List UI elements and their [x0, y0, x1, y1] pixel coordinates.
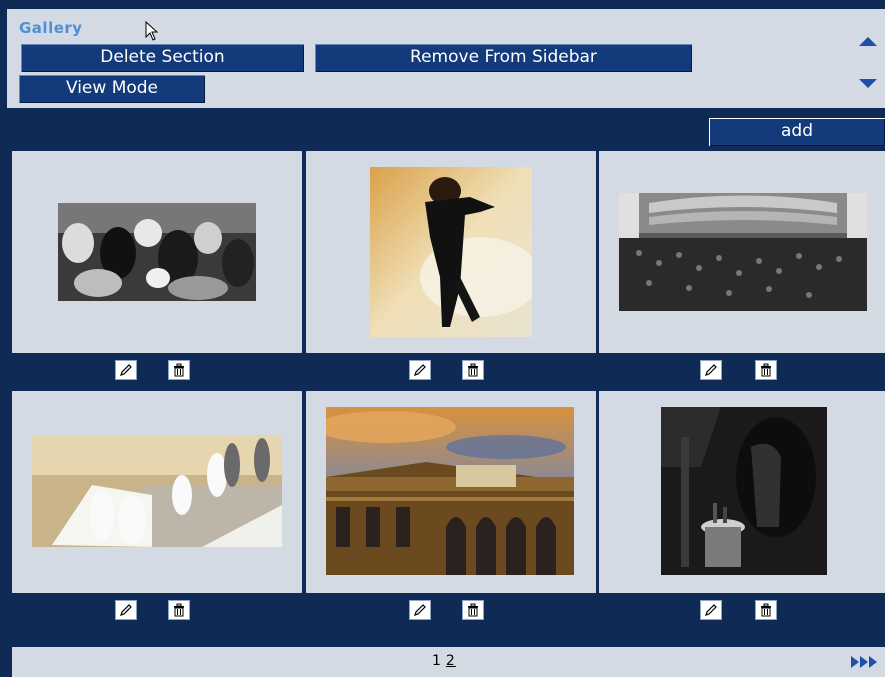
- pencil-icon[interactable]: [115, 600, 137, 620]
- pagination: 12: [12, 647, 885, 677]
- add-button[interactable]: add: [709, 118, 885, 146]
- trash-icon[interactable]: [168, 600, 190, 620]
- trash-icon[interactable]: [755, 600, 777, 620]
- gallery-item[interactable]: [306, 391, 596, 627]
- pencil-icon[interactable]: [409, 360, 431, 380]
- gallery-item[interactable]: [599, 151, 885, 387]
- photo-ballroom-dancers[interactable]: [58, 203, 256, 301]
- photo-opera-house-exterior[interactable]: [326, 407, 574, 575]
- photo-man-at-table[interactable]: [661, 407, 827, 575]
- view-mode-button[interactable]: View Mode: [19, 75, 205, 103]
- remove-from-sidebar-button[interactable]: Remove From Sidebar: [315, 44, 692, 72]
- mouse-cursor-icon: [145, 21, 159, 41]
- photo-debutantes-staircase[interactable]: [32, 435, 282, 547]
- gallery-item[interactable]: [12, 151, 302, 387]
- scroll-down-icon[interactable]: [859, 79, 877, 88]
- pencil-icon[interactable]: [115, 360, 137, 380]
- page-numbers: 12: [432, 653, 456, 669]
- trash-icon[interactable]: [462, 600, 484, 620]
- item-actions-bar: [599, 593, 885, 627]
- section-header: Gallery Delete Section Remove From Sideb…: [7, 9, 885, 108]
- pencil-icon[interactable]: [700, 600, 722, 620]
- page-2-link[interactable]: 2: [446, 653, 456, 669]
- pencil-icon[interactable]: [700, 360, 722, 380]
- trash-icon[interactable]: [462, 360, 484, 380]
- trash-icon[interactable]: [168, 360, 190, 380]
- item-actions-bar: [599, 353, 885, 387]
- delete-section-button[interactable]: Delete Section: [21, 44, 304, 72]
- trash-icon[interactable]: [755, 360, 777, 380]
- photo-opera-auditorium[interactable]: [619, 193, 867, 311]
- item-actions-bar: [306, 593, 596, 627]
- gallery-item[interactable]: [12, 391, 302, 627]
- item-actions-bar: [12, 353, 302, 387]
- item-actions-bar: [306, 353, 596, 387]
- item-actions-bar: [12, 593, 302, 627]
- scroll-up-icon[interactable]: [859, 37, 877, 46]
- gallery-item[interactable]: [599, 391, 885, 627]
- gallery-toolbar: add: [0, 108, 885, 151]
- photo-dancer-in-tailcoat[interactable]: [370, 167, 532, 337]
- gallery-item[interactable]: [306, 151, 596, 387]
- pencil-icon[interactable]: [409, 600, 431, 620]
- fast-forward-icon[interactable]: [851, 656, 877, 668]
- top-strip: [0, 0, 885, 9]
- gallery-title: Gallery: [19, 19, 83, 37]
- page-1: 1: [432, 653, 442, 669]
